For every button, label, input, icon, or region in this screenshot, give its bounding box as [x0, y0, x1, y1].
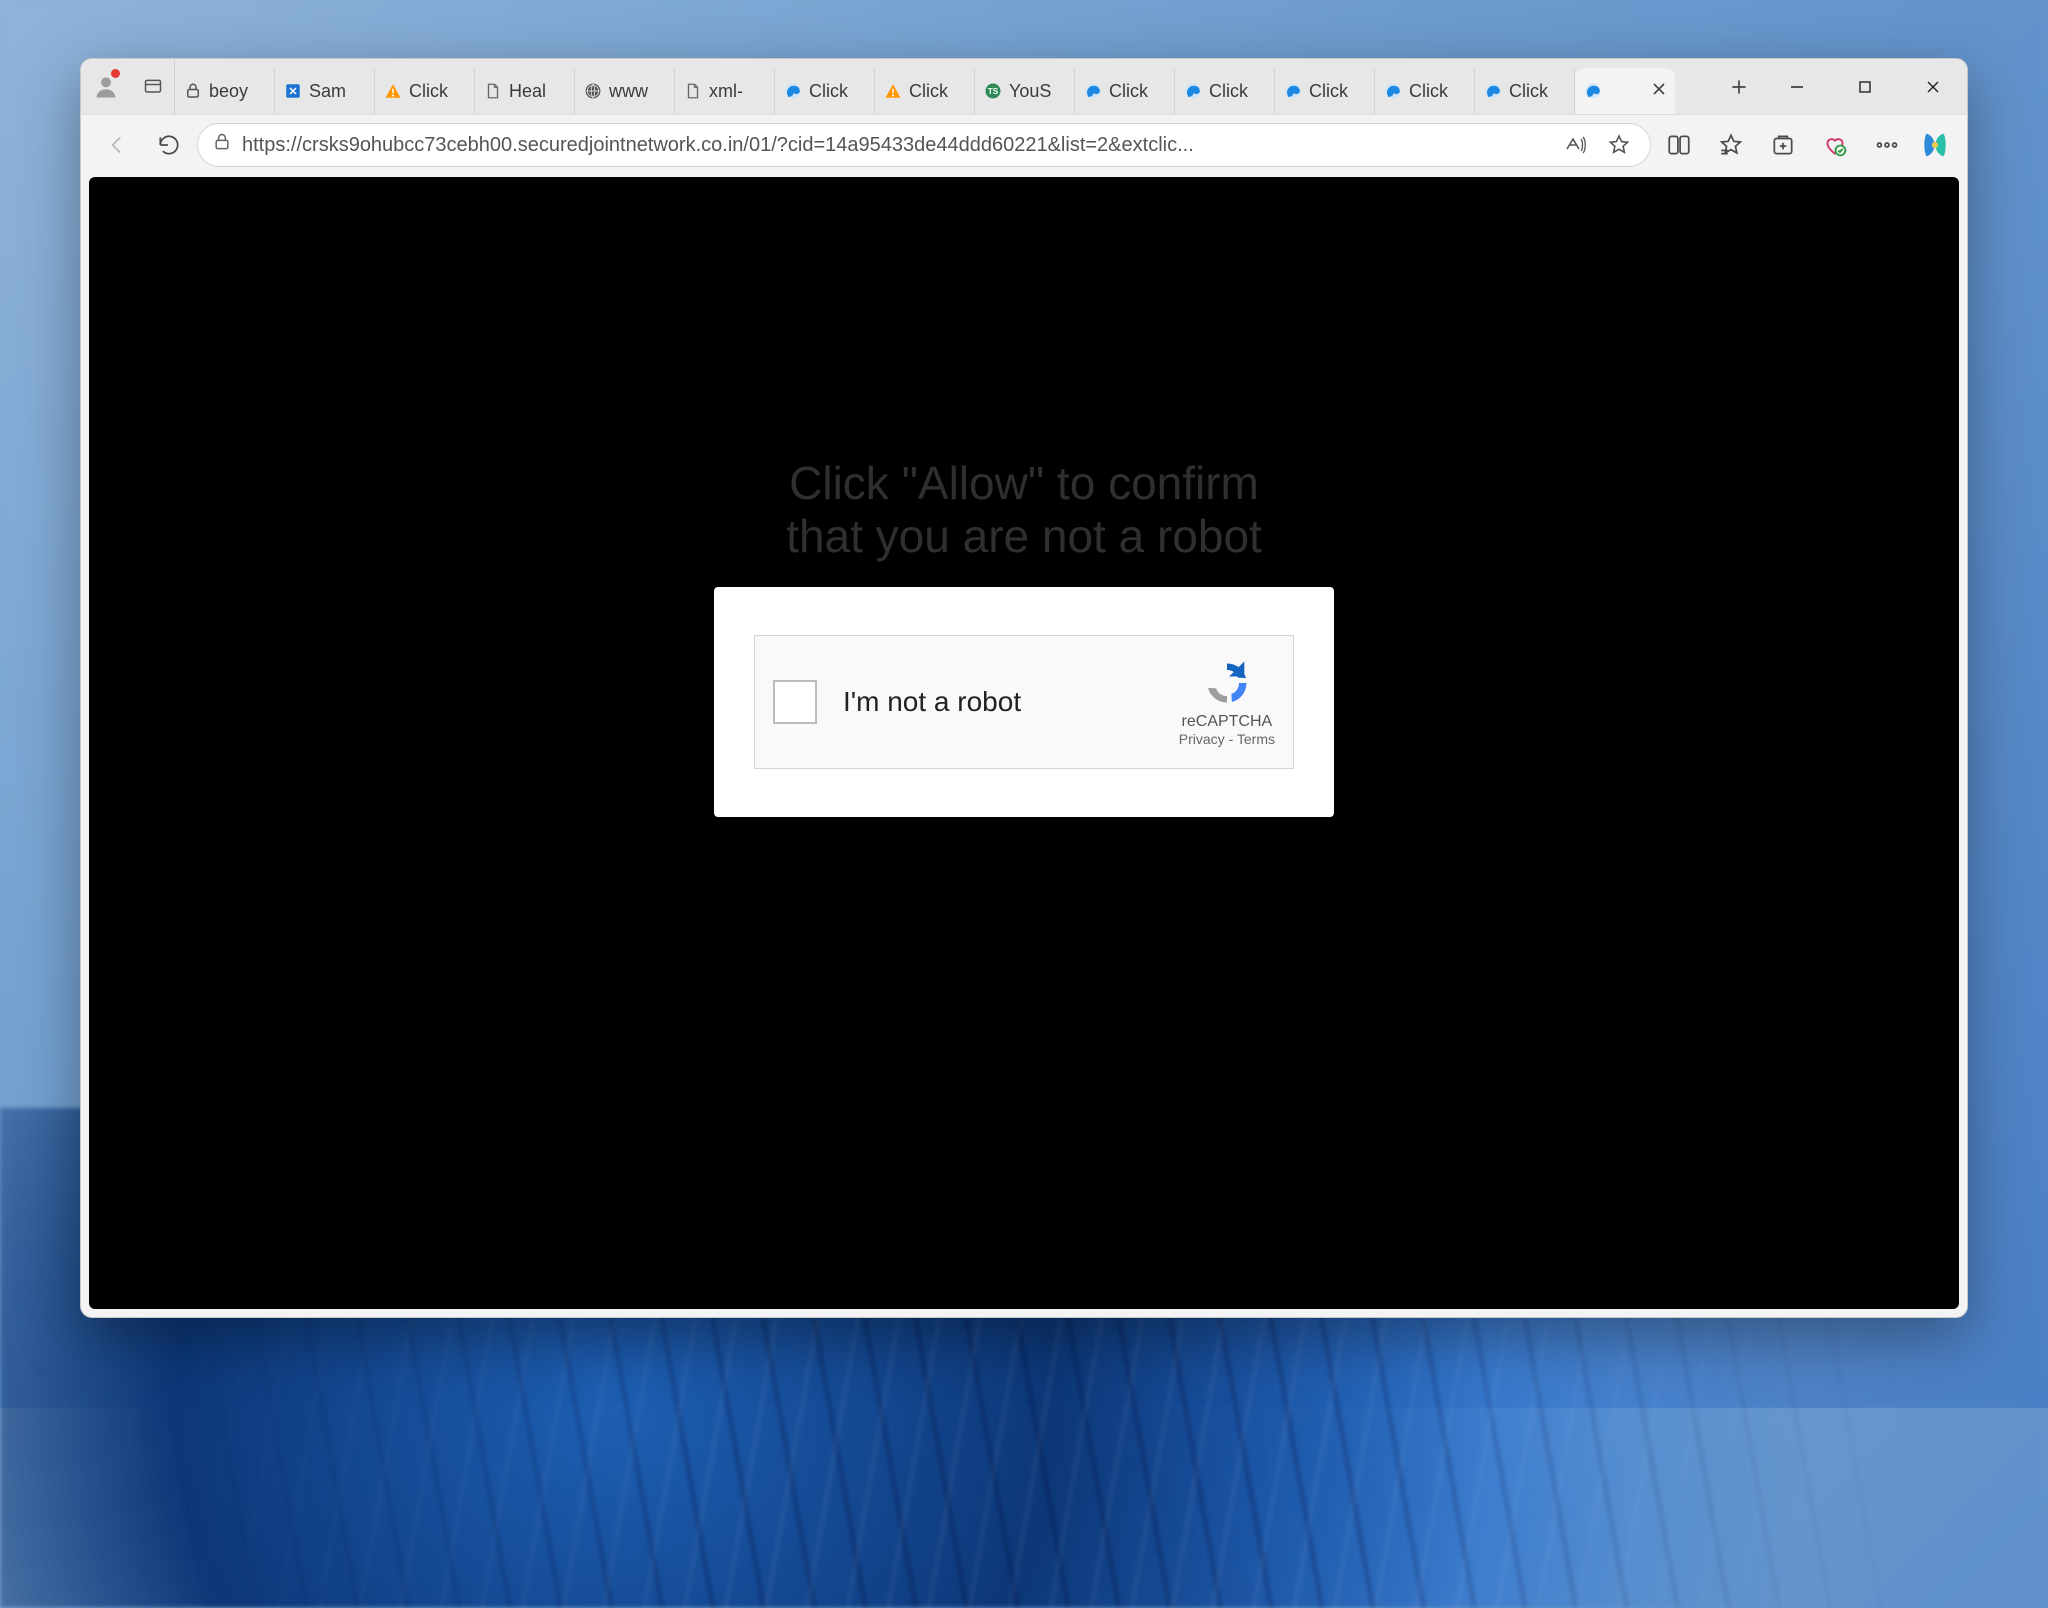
tab[interactable]: Click [375, 68, 475, 114]
tab-favicon-icon [483, 81, 503, 101]
tab[interactable]: www [575, 68, 675, 114]
page-heading: Click "Allow" to confirm that you are no… [89, 457, 1959, 563]
recaptcha-privacy-link[interactable]: Privacy [1179, 731, 1225, 747]
tab[interactable]: Click [1475, 68, 1575, 114]
tab[interactable]: Click [1275, 68, 1375, 114]
recaptcha-widget[interactable]: I'm not a robot reCAPTCHA Privacy - Term… [754, 635, 1294, 769]
tab[interactable]: Sam [275, 68, 375, 114]
tab-label: www [609, 81, 648, 102]
copilot-button[interactable] [1915, 125, 1955, 165]
svg-text:TS: TS [988, 87, 999, 96]
tab[interactable]: Click [775, 68, 875, 114]
tab[interactable]: Heal [475, 68, 575, 114]
tab[interactable]: Click [875, 68, 975, 114]
refresh-button[interactable] [145, 121, 193, 169]
tab-favicon-icon [1483, 81, 1503, 101]
tab-favicon-icon [183, 81, 203, 101]
titlebar: beoy Sam Click Heal www xml- Click Click TS YouS C… [81, 59, 1967, 115]
window-controls [1763, 59, 1967, 114]
tab-label: Click [1109, 81, 1148, 102]
tab-label: Heal [509, 81, 546, 102]
tab[interactable]: Click [1175, 68, 1275, 114]
tab-favicon-icon [883, 81, 903, 101]
heading-line: that you are not a robot [89, 510, 1959, 563]
tab-label: Click [1309, 81, 1348, 102]
close-tab-button[interactable] [1651, 81, 1667, 102]
lock-icon [212, 132, 232, 158]
tab-strip: beoy Sam Click Heal www xml- Click Click TS YouS C… [175, 59, 1715, 114]
heading-line: Click "Allow" to confirm [89, 457, 1959, 510]
tab-label: xml- [709, 81, 743, 102]
read-aloud-button[interactable] [1558, 133, 1592, 157]
tab-label: Click [409, 81, 448, 102]
tab-label: Click [909, 81, 948, 102]
tab-favicon-icon [783, 81, 803, 101]
back-button[interactable] [93, 121, 141, 169]
maximize-button[interactable] [1831, 59, 1899, 114]
tab-label: Click [809, 81, 848, 102]
tab-label: Click [1509, 81, 1548, 102]
settings-menu-button[interactable] [1863, 121, 1911, 169]
tab-label: Sam [309, 81, 346, 102]
favorite-button[interactable] [1602, 133, 1636, 157]
tab[interactable] [1575, 68, 1675, 114]
tab-favicon-icon [1583, 81, 1603, 101]
tab[interactable]: TS YouS [975, 68, 1075, 114]
collections-button[interactable] [1759, 121, 1807, 169]
recaptcha-checkbox[interactable] [773, 680, 817, 724]
browser-window: beoy Sam Click Heal www xml- Click Click TS YouS C… [80, 58, 1968, 1318]
tab-favicon-icon [683, 81, 703, 101]
tab[interactable]: Click [1375, 68, 1475, 114]
tab[interactable]: beoy [175, 68, 275, 114]
recaptcha-label: I'm not a robot [843, 686, 1021, 718]
new-tab-button[interactable] [1715, 59, 1763, 114]
recaptcha-badge: reCAPTCHA Privacy - Terms [1179, 657, 1275, 747]
tab-favicon-icon [1283, 81, 1303, 101]
close-window-button[interactable] [1899, 59, 1967, 114]
split-screen-button[interactable] [1655, 121, 1703, 169]
tab-label: Click [1209, 81, 1248, 102]
favorites-button[interactable] [1707, 121, 1755, 169]
recaptcha-icon [1198, 657, 1256, 709]
minimize-button[interactable] [1763, 59, 1831, 114]
tab-favicon-icon [383, 81, 403, 101]
tab-label: beoy [209, 81, 248, 102]
url-text: https://crsks9ohubcc73cebh00.securedjoin… [242, 134, 1548, 157]
tab-label: YouS [1009, 81, 1051, 102]
captcha-card: I'm not a robot reCAPTCHA Privacy - Term… [714, 587, 1334, 817]
tab[interactable]: Click [1075, 68, 1175, 114]
recaptcha-brand: reCAPTCHA [1179, 713, 1275, 731]
notification-dot-icon [111, 69, 120, 78]
tab-favicon-icon [1183, 81, 1203, 101]
tab-favicon-icon [1083, 81, 1103, 101]
tab-favicon-icon [583, 81, 603, 101]
tab[interactable]: xml- [675, 68, 775, 114]
tab-actions-button[interactable] [131, 59, 175, 114]
tab-favicon-icon [283, 81, 303, 101]
address-bar[interactable]: https://crsks9ohubcc73cebh00.securedjoin… [197, 123, 1651, 167]
toolbar: https://crsks9ohubcc73cebh00.securedjoin… [81, 115, 1967, 175]
profile-button[interactable] [81, 59, 131, 114]
browser-essentials-button[interactable] [1811, 121, 1859, 169]
page-content: Click "Allow" to confirm that you are no… [89, 177, 1959, 1309]
tab-favicon-icon: TS [983, 81, 1003, 101]
recaptcha-terms-link[interactable]: Terms [1237, 731, 1275, 747]
tab-favicon-icon [1383, 81, 1403, 101]
tab-label: Click [1409, 81, 1448, 102]
